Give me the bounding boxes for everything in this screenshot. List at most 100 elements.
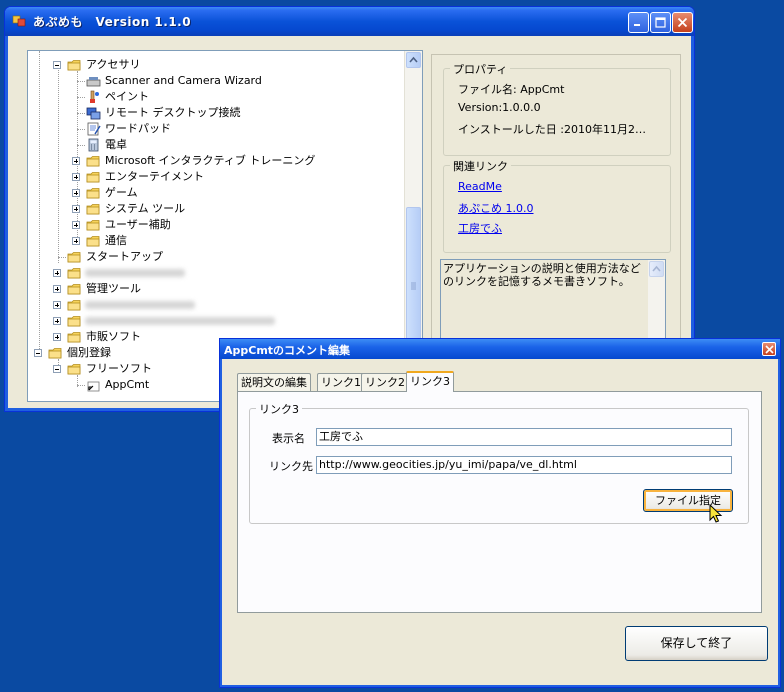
link-target-input[interactable]: http://www.geocities.jp/yu_imi/papa/ve_d… xyxy=(316,456,732,474)
tree-node[interactable]: ペイント xyxy=(28,89,398,105)
tree-node[interactable]: 通信 xyxy=(28,233,398,249)
description-text: アプリケーションの説明と使用方法などのリンクを記憶するメモ書きソフト。 xyxy=(443,262,641,288)
expand-icon[interactable] xyxy=(72,237,80,245)
save-and-exit-button[interactable]: 保存して終了 xyxy=(625,626,768,661)
tree-node-label: 電卓 xyxy=(105,138,127,151)
tree-node[interactable]: 管理ツール xyxy=(28,281,398,297)
expand-icon[interactable] xyxy=(53,269,61,277)
tree-node[interactable]: Microsoft インタラクティブ トレーニング xyxy=(28,153,398,169)
redacted-label xyxy=(85,317,275,325)
folder-icon xyxy=(48,348,62,359)
tree-node-label: リモート デスクトップ接続 xyxy=(105,106,241,119)
folder-icon xyxy=(67,284,81,295)
tree-guide-line xyxy=(77,113,85,114)
expand-icon[interactable] xyxy=(72,221,80,229)
tree-node[interactable]: ユーザー補助 xyxy=(28,217,398,233)
folder-icon xyxy=(86,172,100,183)
mouse-cursor-icon xyxy=(709,504,723,523)
tree-guide-line xyxy=(77,97,85,98)
tree-node[interactable] xyxy=(28,313,398,329)
link-koubou[interactable]: 工房でふ xyxy=(458,220,502,236)
tree-node-label: エンターテイメント xyxy=(105,170,204,183)
collapse-icon[interactable] xyxy=(53,61,61,69)
tree-node[interactable]: 電卓 xyxy=(28,137,398,153)
tree-node[interactable]: エンターテイメント xyxy=(28,169,398,185)
property-install-date: インストールした日 :2010年11月2… xyxy=(458,123,646,136)
tree-node-label: フリーソフト xyxy=(86,362,152,375)
tree-node-label: ペイント xyxy=(105,90,149,103)
tree-node-label: ワードパッド xyxy=(105,122,171,135)
link-apucome[interactable]: あぷこめ 1.0.0 xyxy=(458,200,534,216)
tree-node-label: システム ツール xyxy=(105,202,186,215)
folder-icon xyxy=(67,364,81,375)
tab-description[interactable]: 説明文の編集 xyxy=(237,373,311,391)
tree-guide-line xyxy=(77,145,85,146)
tree-node[interactable]: アクセサリ xyxy=(28,57,398,73)
tree-node[interactable]: ワードパッド xyxy=(28,121,398,137)
wordpad-icon xyxy=(87,122,101,136)
expand-icon[interactable] xyxy=(72,205,80,213)
folder-icon xyxy=(67,316,81,327)
tree-node-label: AppCmt xyxy=(105,378,150,391)
expand-icon[interactable] xyxy=(72,173,80,181)
expand-icon[interactable] xyxy=(53,333,61,341)
expand-icon[interactable] xyxy=(53,317,61,325)
paint-icon xyxy=(90,90,99,103)
window-title: あぷめも Version 1.1.0 xyxy=(33,15,192,29)
link-target-label: リンク先 xyxy=(269,460,313,473)
expand-icon[interactable] xyxy=(53,285,61,293)
scanner-icon xyxy=(86,77,101,87)
expand-icon[interactable] xyxy=(53,301,61,309)
property-version: Version:1.0.0.0 xyxy=(458,101,541,114)
tree-scroll-up-button[interactable] xyxy=(406,52,421,68)
collapse-icon[interactable] xyxy=(53,365,61,373)
dialog-title: AppCmtのコメント編集 xyxy=(224,344,351,357)
tab-link2[interactable]: リンク2 xyxy=(361,373,409,391)
tree-node[interactable]: リモート デスクトップ接続 xyxy=(28,105,398,121)
close-button[interactable] xyxy=(672,12,693,33)
folder-icon xyxy=(86,236,100,247)
comment-edit-dialog: AppCmtのコメント編集 説明文の編集 リンク1 リンク2 リンク3 表示名 … xyxy=(219,338,781,688)
folder-icon xyxy=(86,156,100,167)
tab-link3[interactable]: リンク3 xyxy=(406,371,454,392)
tree-node-label: 個別登録 xyxy=(67,346,111,359)
redacted-label xyxy=(85,269,185,277)
dialog-close-button[interactable] xyxy=(762,342,776,356)
tree-node-label: スタートアップ xyxy=(86,250,163,263)
expand-icon[interactable] xyxy=(72,157,80,165)
link3-legend: リンク3 xyxy=(256,401,302,417)
dialog-titlebar[interactable]: AppCmtのコメント編集 xyxy=(220,339,780,359)
related-links-legend: 関連リンク xyxy=(450,158,511,174)
tree-node-label: ユーザー補助 xyxy=(105,218,171,231)
tree-node[interactable]: Scanner and Camera Wizard xyxy=(28,73,398,89)
folder-icon xyxy=(67,252,81,263)
tab-link1[interactable]: リンク1 xyxy=(317,373,365,391)
tree-node[interactable]: システム ツール xyxy=(28,201,398,217)
properties-legend: プロパティ xyxy=(450,61,511,77)
folder-icon xyxy=(67,300,81,311)
folder-icon xyxy=(86,220,100,231)
tree-node-label: Scanner and Camera Wizard xyxy=(105,74,262,87)
collapse-icon[interactable] xyxy=(34,349,42,357)
main-titlebar[interactable]: あぷめも Version 1.1.0 xyxy=(5,7,694,36)
tree-node[interactable] xyxy=(28,265,398,281)
tree-node[interactable]: ゲーム xyxy=(28,185,398,201)
description-scroll-up-button[interactable] xyxy=(649,261,664,277)
maximize-button[interactable] xyxy=(650,12,671,33)
related-links-group: 関連リンク ReadMe あぷこめ 1.0.0 工房でふ xyxy=(443,158,671,253)
tree-node[interactable]: スタートアップ xyxy=(28,249,398,265)
tree-guide-line xyxy=(58,257,66,258)
tree-node[interactable] xyxy=(28,297,398,313)
redacted-label xyxy=(85,301,195,309)
tree-node-label: 管理ツール xyxy=(86,282,141,295)
app-icon xyxy=(12,15,26,27)
properties-group: プロパティ ファイル名: AppCmt Version:1.0.0.0 インスト… xyxy=(443,61,671,156)
display-name-input[interactable]: 工房でふ xyxy=(316,428,732,446)
tree-guide-line xyxy=(77,81,85,82)
minimize-button[interactable] xyxy=(628,12,649,33)
tree-node-label: ゲーム xyxy=(105,186,138,199)
folder-icon xyxy=(86,204,100,215)
expand-icon[interactable] xyxy=(72,189,80,197)
link-readme[interactable]: ReadMe xyxy=(458,180,502,193)
folder-icon xyxy=(86,188,100,199)
